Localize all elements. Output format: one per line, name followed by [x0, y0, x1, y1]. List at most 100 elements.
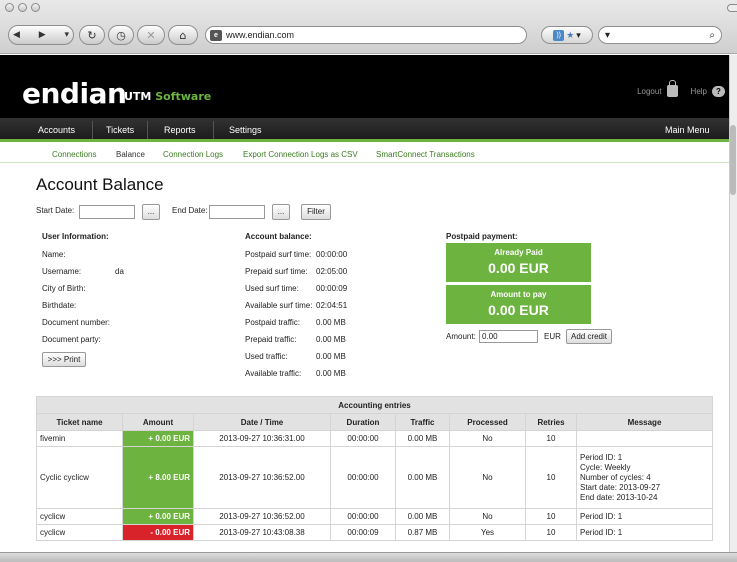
reload-button[interactable]: ↻ — [79, 25, 105, 45]
subnav-balance[interactable]: Balance — [116, 150, 145, 159]
subnav-export-csv[interactable]: Export Connection Logs as CSV — [243, 150, 358, 159]
already-paid-value: 0.00 EUR — [488, 260, 549, 276]
page-title: Account Balance — [36, 175, 164, 194]
scrollbar-thumb[interactable] — [730, 125, 736, 195]
nav-tickets[interactable]: Tickets — [106, 125, 134, 135]
column-header-processed[interactable]: Processed — [449, 413, 526, 431]
amount-cell: + 0.00 EUR — [122, 508, 194, 525]
product-name-utm: UTM — [124, 90, 152, 103]
nav-reports[interactable]: Reports — [164, 125, 196, 135]
traffic-cell: 0.00 MB — [395, 430, 450, 447]
endian-logo[interactable]: endian — [22, 77, 127, 110]
processed-cell: No — [449, 430, 526, 447]
nav-accounts[interactable]: Accounts — [38, 125, 75, 135]
datetime-cell: 2013-09-27 10:43:08.38 — [193, 524, 331, 541]
browser-search-field[interactable]: ▾ ⌕ — [598, 26, 722, 44]
amount-cell: + 0.00 EUR — [122, 430, 194, 447]
prepaid-surf-time-value: 02:05:00 — [316, 267, 348, 276]
message-line: Cycle: Weekly — [580, 462, 631, 472]
column-header-duration[interactable]: Duration — [330, 413, 396, 431]
subnav-connections[interactable]: Connections — [52, 150, 96, 159]
history-button[interactable]: ◷ — [108, 25, 134, 45]
help-link[interactable]: Help — [691, 87, 707, 96]
search-engine-dropdown-icon[interactable]: ▾ — [605, 30, 610, 41]
amount-input[interactable]: 0.00 — [479, 330, 538, 343]
back-arrow-icon[interactable]: ◀ — [13, 30, 20, 40]
search-icon[interactable]: ⌕ — [709, 30, 715, 41]
bookmark-star-icon[interactable]: ★ — [566, 30, 574, 41]
retries-cell: 10 — [525, 430, 577, 447]
currency-label: EUR — [544, 332, 561, 341]
city-of-birth-label: City of Birth: — [42, 284, 86, 293]
nav-divider — [92, 121, 93, 139]
column-header-ticket-name[interactable]: Ticket name — [36, 413, 123, 431]
start-date-label: Start Date: — [36, 206, 75, 215]
amount-cell: + 8.00 EUR — [122, 446, 194, 509]
message-line: Start date: 2013-09-27 — [580, 482, 661, 492]
ticket-name-cell: Cyclic cyclicw — [36, 446, 123, 509]
nav-settings[interactable]: Settings — [229, 125, 262, 135]
nav-divider — [147, 121, 148, 139]
used-traffic-label: Used traffic: — [245, 352, 288, 361]
traffic-cell: 0.87 MB — [395, 524, 450, 541]
column-header-message[interactable]: Message — [576, 413, 713, 431]
end-date-input[interactable] — [209, 205, 265, 219]
chevron-down-icon: ▾ — [576, 29, 581, 40]
column-header-retries[interactable]: Retries — [525, 413, 577, 431]
filter-button[interactable]: Filter — [301, 204, 331, 220]
sub-navigation: Connections Balance Connection Logs Expo… — [0, 145, 737, 163]
home-button[interactable]: ⌂ — [168, 25, 198, 45]
help-bubble-icon[interactable]: ? — [712, 85, 725, 97]
minimize-window-icon[interactable] — [18, 3, 27, 12]
print-button[interactable]: >>> Print — [42, 352, 86, 367]
feed-bookmark-button[interactable]: )) ★ ▾ — [541, 26, 593, 44]
zoom-window-icon[interactable] — [31, 3, 40, 12]
datetime-cell: 2013-09-27 10:36:52.00 — [193, 446, 331, 509]
start-date-picker-button[interactable]: ... — [142, 204, 160, 220]
end-date-picker-button[interactable]: ... — [272, 204, 290, 220]
logout-link[interactable]: Logout — [637, 87, 661, 96]
column-header-date-time[interactable]: Date / Time — [193, 413, 331, 431]
forward-arrow-icon[interactable]: ▶ — [39, 30, 46, 40]
postpaid-traffic-label: Postpaid traffic: — [245, 318, 300, 327]
postpaid-traffic-value: 0.00 MB — [316, 318, 346, 327]
accounting-entries-table: Accounting entries Ticket name Amount Da… — [36, 396, 713, 541]
toolbar-toggle-icon[interactable] — [727, 4, 737, 12]
postpaid-surf-time-label: Postpaid surf time: — [245, 250, 312, 259]
used-traffic-value: 0.00 MB — [316, 352, 346, 361]
processed-cell: No — [449, 508, 526, 525]
already-paid-title: Already Paid — [494, 248, 543, 257]
history-dropdown-icon[interactable]: ▾ — [64, 30, 69, 40]
available-traffic-value: 0.00 MB — [316, 369, 346, 378]
amount-to-pay-value: 0.00 EUR — [488, 302, 549, 318]
back-forward-buttons[interactable]: ◀ ▶ ▾ — [8, 25, 74, 45]
subnav-connection-logs[interactable]: Connection Logs — [163, 150, 223, 159]
end-date-label: End Date: — [172, 206, 208, 215]
add-credit-button[interactable]: Add credit — [566, 329, 612, 344]
name-label: Name: — [42, 250, 66, 259]
message-line: Period ID: 1 — [580, 511, 623, 521]
start-date-input[interactable] — [79, 205, 135, 219]
product-name-software: Software — [155, 90, 212, 103]
retries-cell: 10 — [525, 524, 577, 541]
close-window-icon[interactable] — [5, 3, 14, 12]
table-row: cyclicw + 0.00 EUR 2013-09-27 10:36:52.0… — [36, 508, 713, 525]
lock-icon[interactable] — [666, 80, 678, 97]
traffic-cell: 0.00 MB — [395, 446, 450, 509]
address-bar[interactable]: e www.endian.com — [205, 26, 527, 44]
product-name: UTM Software — [124, 90, 211, 103]
nav-main-menu[interactable]: Main Menu — [665, 125, 710, 135]
main-navigation: Accounts Tickets Reports Settings Main M… — [0, 118, 737, 142]
table-row: cyclicw - 0.00 EUR 2013-09-27 10:43:08.3… — [36, 524, 713, 541]
stop-button[interactable]: ✕ — [137, 25, 165, 45]
document-number-label: Document number: — [42, 318, 111, 327]
available-surf-time-label: Available surf time: — [245, 301, 313, 310]
postpaid-payment-heading: Postpaid payment: — [446, 232, 518, 241]
username-label: Username: — [42, 267, 82, 276]
vertical-scrollbar[interactable] — [729, 55, 737, 562]
available-traffic-label: Available traffic: — [245, 369, 302, 378]
column-header-amount[interactable]: Amount — [122, 413, 194, 431]
column-header-traffic[interactable]: Traffic — [395, 413, 450, 431]
ticket-name-cell: cyclicw — [36, 508, 123, 525]
subnav-smartconnect[interactable]: SmartConnect Transactions — [376, 150, 475, 159]
